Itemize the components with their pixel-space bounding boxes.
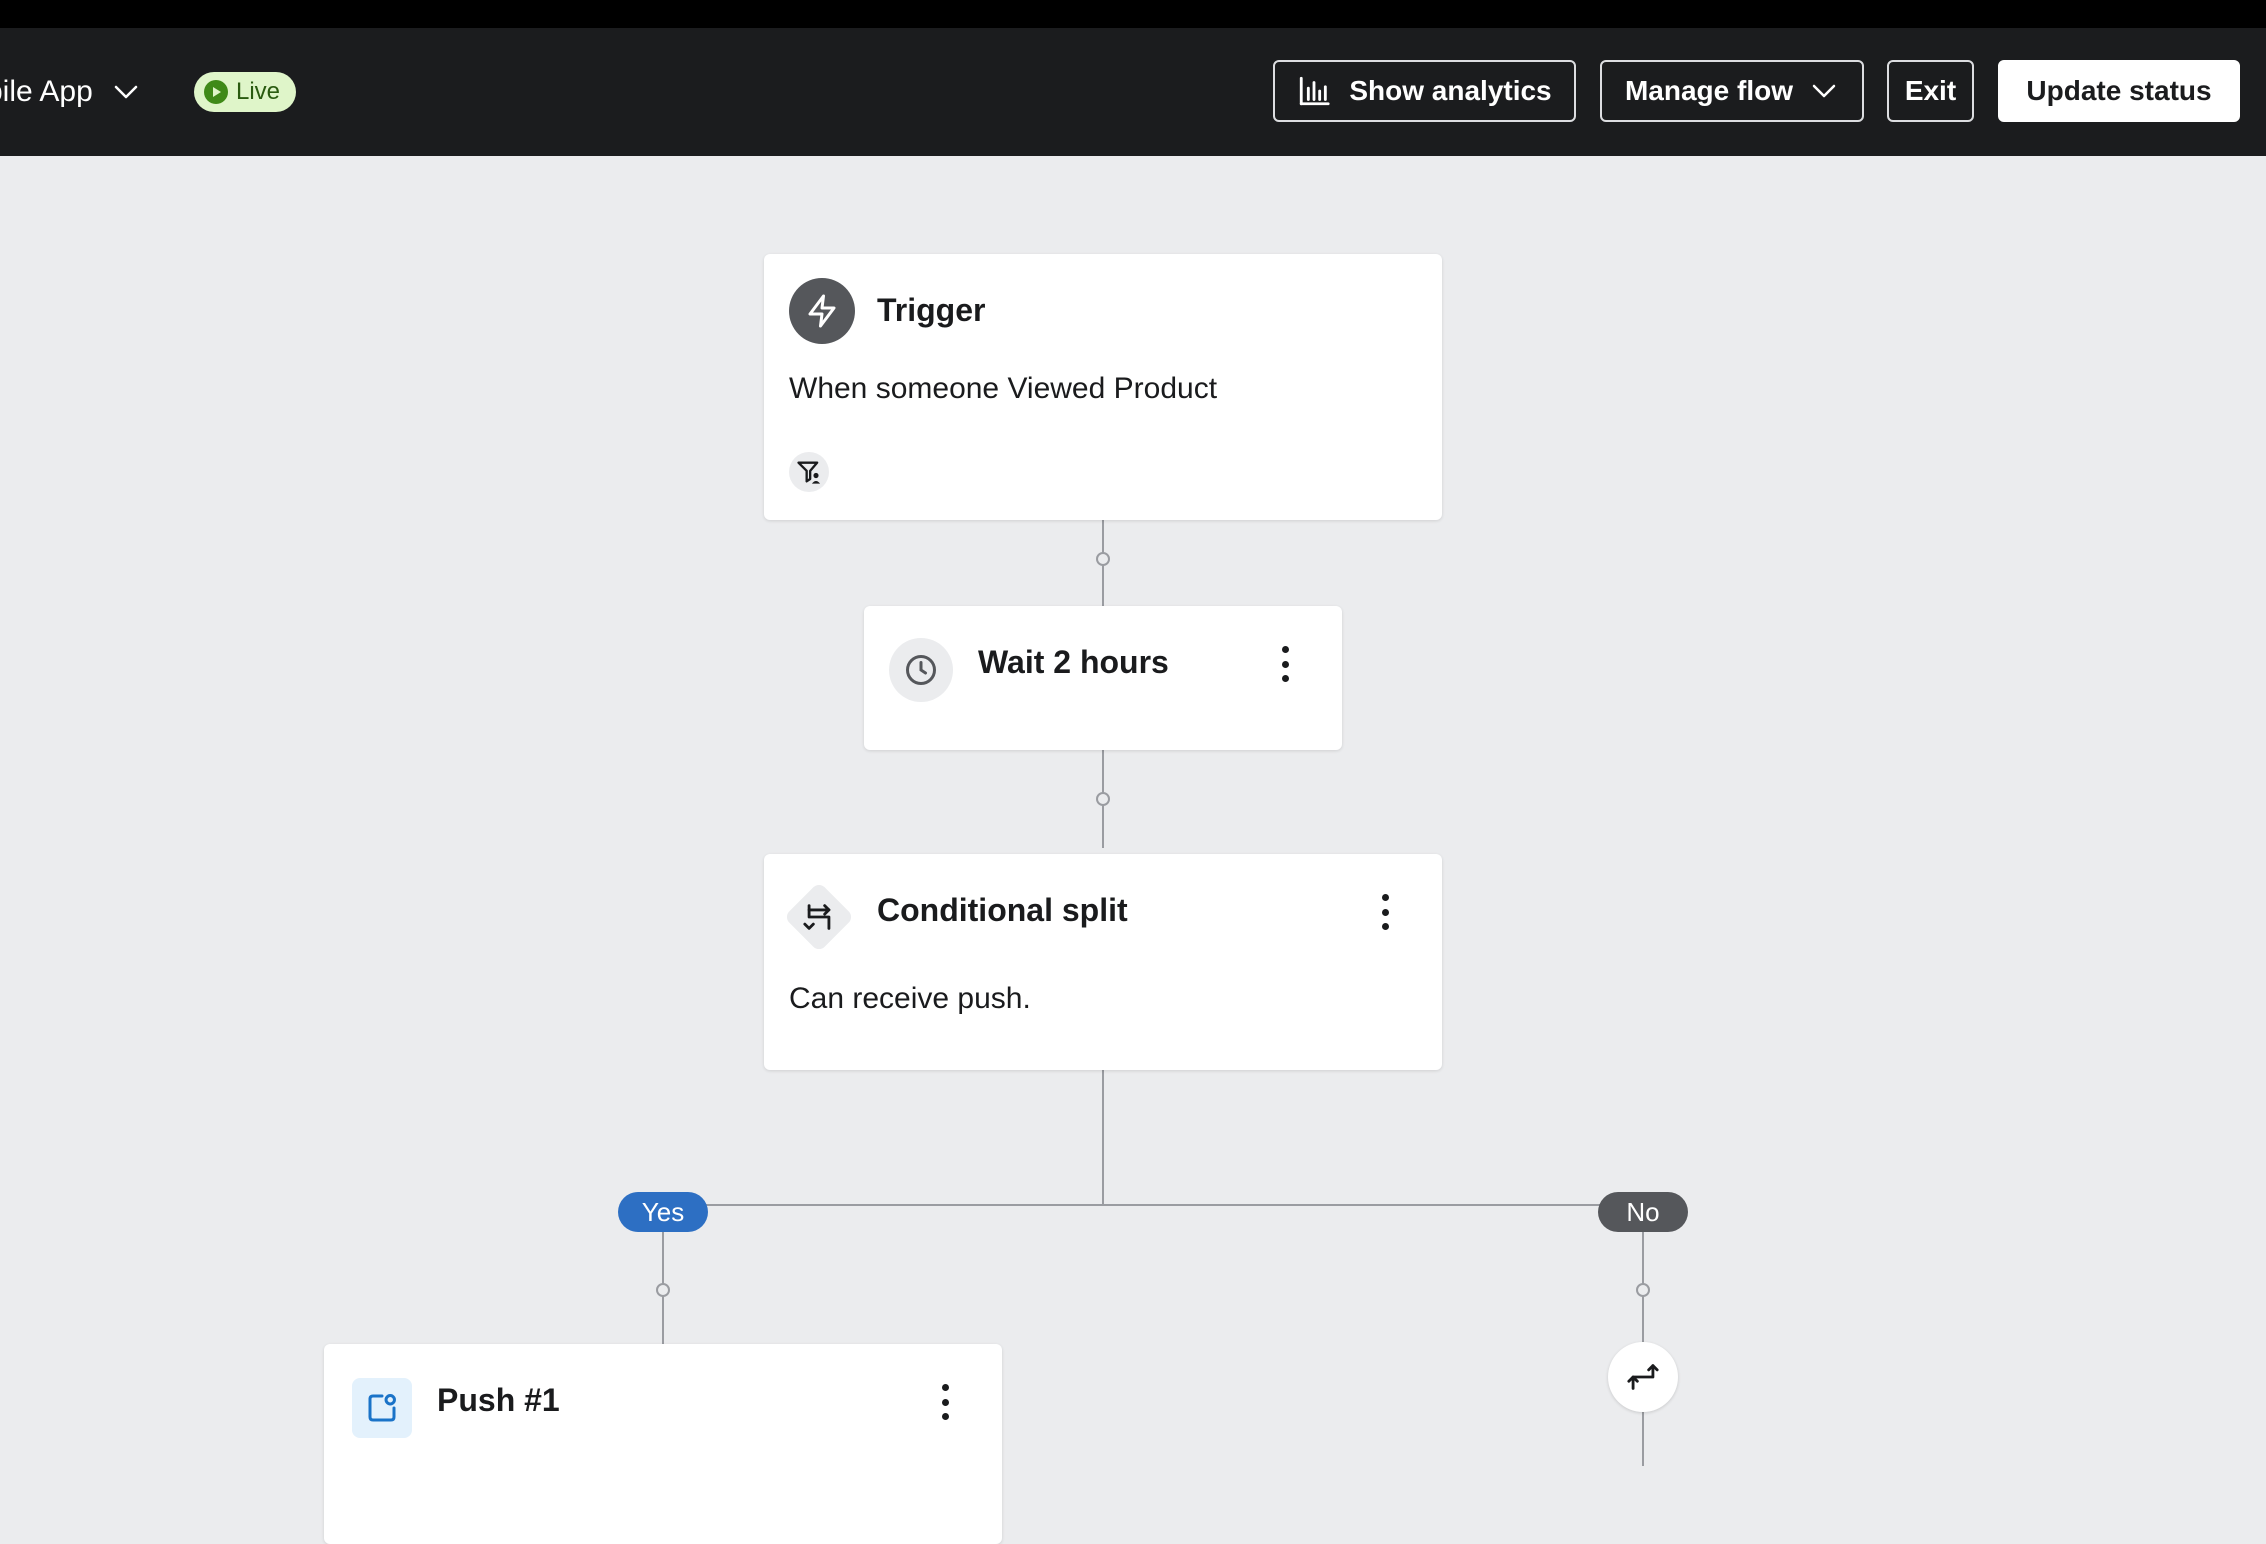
bar-chart-icon (1300, 76, 1330, 106)
exit-arrow-icon[interactable] (1608, 1342, 1678, 1412)
play-icon (204, 80, 228, 104)
split-title: Conditional split (877, 892, 1128, 928)
split-description: Can receive push. (789, 982, 1031, 1015)
manage-flow-label: Manage flow (1624, 75, 1793, 106)
flow-name-label: bile App (0, 75, 93, 108)
yes-branch-label: Yes (618, 1192, 708, 1232)
branch-line (662, 1204, 1644, 1206)
chevron-down-icon (114, 85, 138, 99)
push-title: Push #1 (437, 1382, 560, 1418)
clock-icon (889, 638, 953, 702)
show-analytics-button[interactable]: Show analytics (1273, 60, 1576, 122)
status-badge-label: Live (236, 78, 281, 105)
status-badge: Live (194, 72, 297, 112)
add-step-node[interactable] (1096, 792, 1110, 806)
manage-flow-button[interactable]: Manage flow (1600, 60, 1864, 122)
trigger-card[interactable]: Trigger When someone Viewed Product (764, 254, 1442, 520)
connector-line (1102, 1070, 1104, 1206)
push-card[interactable]: Push #1 (324, 1344, 1002, 1544)
more-options-icon[interactable] (1370, 890, 1400, 934)
no-branch-label: No (1598, 1192, 1688, 1232)
add-step-node[interactable] (1636, 1283, 1650, 1297)
flow-header: bile App Live Show analytics Manage flow… (0, 28, 2266, 156)
push-notification-icon (352, 1378, 412, 1438)
split-icon (788, 886, 850, 948)
conditional-split-card[interactable]: Conditional split Can receive push. (764, 854, 1442, 1070)
update-status-button[interactable]: Update status (1998, 60, 2240, 122)
exit-label: Exit (1904, 75, 1957, 106)
add-step-node[interactable] (1096, 552, 1110, 566)
chevron-down-icon (1812, 84, 1836, 98)
profile-filter-icon[interactable] (789, 452, 829, 492)
window-top-strip (0, 0, 2266, 28)
flow-canvas[interactable]: Trigger When someone Viewed Product Wait… (0, 156, 2266, 1544)
more-options-icon[interactable] (930, 1380, 960, 1424)
show-analytics-label: Show analytics (1349, 75, 1552, 106)
no-branch-line (1642, 1204, 1644, 1466)
lightning-icon (789, 278, 855, 344)
more-options-icon[interactable] (1270, 642, 1300, 686)
wait-title: Wait 2 hours (978, 644, 1169, 680)
flow-name-dropdown[interactable]: bile App (0, 28, 141, 156)
update-status-label: Update status (2026, 75, 2212, 106)
wait-card[interactable]: Wait 2 hours (864, 606, 1342, 750)
trigger-title: Trigger (877, 292, 986, 328)
exit-button[interactable]: Exit (1887, 60, 1974, 122)
add-step-node[interactable] (656, 1283, 670, 1297)
trigger-description: When someone Viewed Product (789, 372, 1218, 405)
